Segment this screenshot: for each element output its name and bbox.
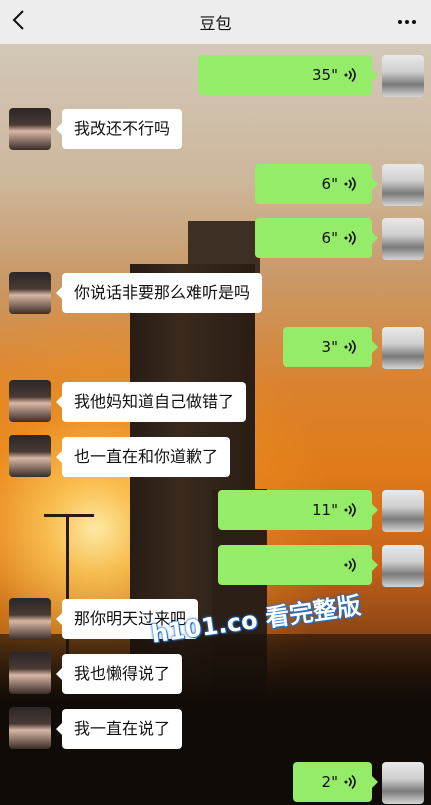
voice-wave-icon	[344, 557, 356, 573]
voice-duration: 35"	[312, 66, 338, 84]
contact-avatar[interactable]	[9, 598, 51, 640]
self-avatar[interactable]	[382, 762, 424, 804]
voice-duration: 6"	[321, 229, 338, 247]
voice-duration: 6"	[321, 175, 338, 193]
voice-message-bubble[interactable]: 6"	[255, 164, 378, 204]
voice-wave-icon	[344, 67, 356, 83]
self-avatar[interactable]	[382, 164, 424, 206]
top-bar: 豆包	[0, 0, 431, 44]
voice-duration: 2"	[321, 773, 338, 791]
self-avatar[interactable]	[382, 55, 424, 97]
text-message-bubble[interactable]: 我也懒得说了	[55, 654, 183, 694]
contact-avatar[interactable]	[9, 380, 51, 422]
text-message-bubble[interactable]: 我一直在说了	[55, 709, 183, 749]
voice-wave-icon	[344, 339, 356, 355]
contact-avatar[interactable]	[9, 435, 51, 477]
chat-title: 豆包	[199, 14, 232, 33]
voice-duration: 11"	[312, 501, 338, 519]
text-message-bubble[interactable]: 你说话非要那么难听是吗	[55, 273, 263, 313]
text-message-bubble[interactable]: 也一直在和你道歉了	[55, 437, 231, 477]
voice-wave-icon	[344, 774, 356, 790]
contact-avatar[interactable]	[9, 652, 51, 694]
self-avatar[interactable]	[382, 327, 424, 369]
more-dots-icon[interactable]	[397, 12, 417, 32]
background-street-lamp-arm	[44, 514, 94, 517]
voice-wave-icon	[344, 502, 356, 518]
chevron-left-icon[interactable]	[10, 8, 28, 32]
contact-avatar[interactable]	[9, 108, 51, 150]
self-avatar[interactable]	[382, 545, 424, 587]
voice-message-bubble[interactable]: 3"	[283, 327, 378, 367]
voice-message-bubble[interactable]: 11"	[218, 490, 378, 530]
voice-wave-icon	[344, 176, 356, 192]
text-message-bubble[interactable]: 我他妈知道自己做错了	[55, 382, 247, 422]
voice-message-bubble[interactable]: 6"	[255, 218, 378, 258]
self-avatar[interactable]	[382, 218, 424, 260]
contact-avatar[interactable]	[9, 272, 51, 314]
voice-message-bubble[interactable]	[218, 545, 378, 585]
voice-message-bubble[interactable]: 2"	[293, 762, 378, 802]
voice-duration: 3"	[321, 338, 338, 356]
self-avatar[interactable]	[382, 490, 424, 532]
text-message-bubble[interactable]: 我改还不行吗	[55, 109, 183, 149]
voice-message-bubble[interactable]: 35"	[198, 55, 378, 95]
voice-wave-icon	[344, 230, 356, 246]
contact-avatar[interactable]	[9, 707, 51, 749]
